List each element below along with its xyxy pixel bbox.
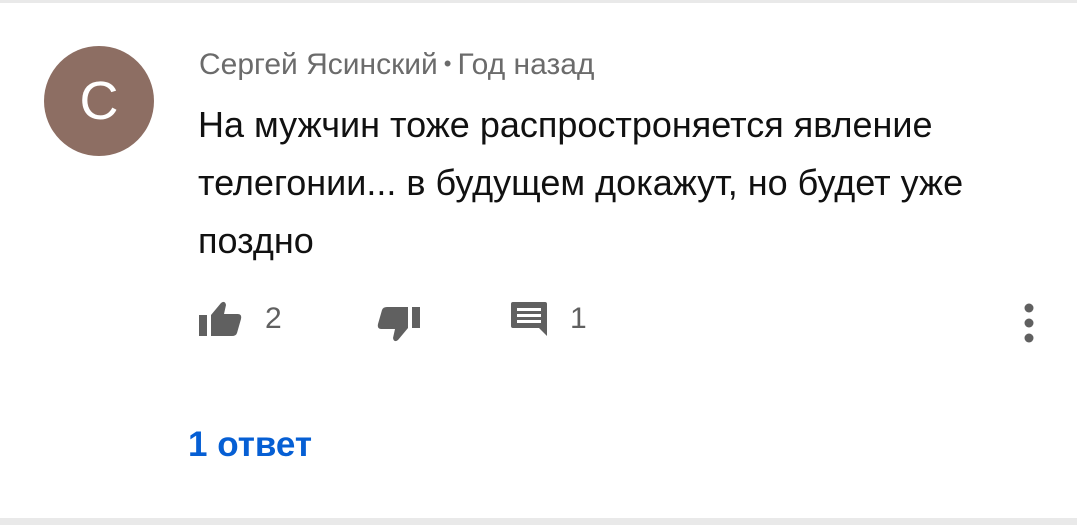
more-vertical-icon — [1022, 303, 1036, 343]
dislike-button[interactable] — [376, 305, 420, 343]
thumb-down-icon — [376, 305, 420, 343]
bottom-divider — [0, 518, 1077, 525]
reply-count: 1 — [570, 302, 587, 335]
avatar-letter: С — [79, 71, 119, 131]
like-count: 2 — [265, 302, 282, 335]
meta-separator: • — [443, 51, 452, 76]
comment-time: Год назад — [457, 48, 595, 81]
more-options-button[interactable] — [1022, 303, 1036, 343]
comment-text: На мужчин тоже распростроняется явление … — [198, 104, 964, 261]
thumb-up-icon — [199, 300, 243, 338]
view-replies-link[interactable]: 1 ответ — [188, 425, 312, 465]
comment-icon — [510, 300, 548, 338]
like-button[interactable]: 2 — [199, 300, 282, 338]
top-divider — [0, 0, 1077, 3]
author-name[interactable]: Сергей Ясинский — [199, 48, 438, 81]
reply-button[interactable]: 1 — [510, 300, 587, 338]
avatar[interactable]: С — [44, 46, 154, 156]
comment-meta: Сергей Ясинский • Год назад — [199, 48, 594, 82]
